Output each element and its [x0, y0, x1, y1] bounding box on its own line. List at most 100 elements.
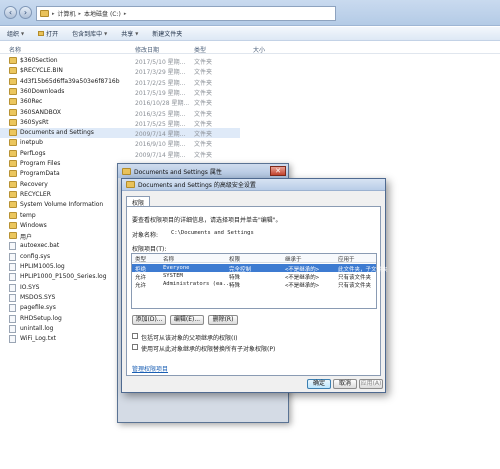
- permission-row[interactable]: 拒绝 Everyone 完全控制 <不是继承的> 此文件夹，子文件夹: [132, 264, 388, 273]
- folder-icon: [9, 77, 17, 85]
- permissions-table: 类型 名称 权限 继承于 应用于 拒绝 Everyone 完全控制 <不是继承的…: [131, 253, 388, 309]
- file-icon: [9, 304, 16, 313]
- replace-checkbox[interactable]: [132, 344, 138, 350]
- file-name: autoexec.bat: [20, 242, 60, 250]
- open-icon: [38, 31, 45, 36]
- file-type: 文件夹: [194, 120, 213, 128]
- column-type[interactable]: 类型: [194, 45, 206, 54]
- inherit-checkbox[interactable]: [132, 333, 138, 339]
- folder-icon: [9, 180, 17, 188]
- folder-icon: [9, 98, 17, 106]
- file-name: PerfLogs: [20, 149, 46, 157]
- permission-row[interactable]: 允许 SYSTEM 特殊 <不是继承的> 只有该文件夹: [132, 272, 376, 281]
- chevron-down-icon: ▼: [135, 31, 139, 36]
- folder-icon: [122, 167, 131, 175]
- folder-icon: [9, 67, 17, 75]
- file-date: 2017/5/19 星期...: [135, 89, 186, 97]
- file-name: unintall.log: [20, 324, 54, 332]
- file-name: Program Files: [20, 160, 61, 167]
- column-date[interactable]: 修改日期: [135, 45, 159, 54]
- watermark-url: jingyan.baidu.com: [421, 447, 486, 455]
- column-size[interactable]: 大小: [253, 45, 265, 54]
- file-name: ProgramData: [20, 170, 60, 178]
- file-name: temp: [20, 211, 36, 219]
- file-name: Recovery: [20, 180, 48, 188]
- column-name[interactable]: 名称: [9, 45, 21, 54]
- watermark: Baidu 经验 jingyan.baidu.com: [311, 403, 486, 455]
- object-name-label: 对象名称:: [132, 232, 159, 239]
- file-date: 2016/9/10 星期...: [135, 141, 186, 149]
- list-item[interactable]: Documents and Settings 2009/7/14 星期... 文件夹: [0, 128, 240, 139]
- file-name: pagefile.sys: [20, 304, 56, 312]
- folder-icon: [9, 57, 17, 64]
- inherit-checkbox-label: 包括可从该对象的父项继承的权限(I): [141, 335, 238, 342]
- folder-icon: [9, 170, 17, 178]
- file-name: RECYCLER: [20, 190, 51, 198]
- file-name: inetpub: [20, 139, 43, 147]
- list-item[interactable]: 360Downloads 2017/5/19 星期... 文件夹: [0, 87, 240, 97]
- file-name: System Volume Information: [20, 201, 104, 209]
- folder-icon: [9, 149, 17, 157]
- breadcrumb-drive[interactable]: 本地磁盘 (C:): [84, 9, 121, 18]
- list-item[interactable]: $RECYCLE.BIN 2017/3/29 星期... 文件夹: [0, 66, 240, 76]
- ok-button[interactable]: 确定: [307, 379, 331, 389]
- apply-button[interactable]: 应用(A): [359, 379, 383, 389]
- file-name: $360Section: [20, 57, 58, 64]
- file-icon: [9, 283, 16, 292]
- folder-icon: [9, 211, 17, 219]
- file-icon: [9, 293, 16, 302]
- file-date: 2017/5/10 星期...: [135, 59, 186, 66]
- folder-icon: [9, 87, 17, 95]
- folder-icon: [9, 129, 17, 137]
- manage-permissions-link[interactable]: 管理权限项目: [132, 364, 168, 373]
- file-icon: [9, 273, 16, 282]
- file-icon: [9, 335, 16, 344]
- address-bar[interactable]: ▸ 计算机 ▸ 本地磁盘 (C:) ▸: [36, 6, 336, 21]
- new-folder-button[interactable]: 新建文件夹: [152, 29, 182, 38]
- properties-titlebar: Documents and Settings 属性: [118, 164, 288, 178]
- list-item[interactable]: 360SysRt 2017/5/25 星期... 文件夹: [0, 118, 240, 128]
- entries-label: 权限项目(T):: [132, 246, 167, 253]
- file-type: 文件夹: [194, 89, 213, 97]
- edit-button[interactable]: 编辑(E)...: [170, 315, 204, 325]
- file-icon: [9, 242, 16, 251]
- open-button[interactable]: 打开: [38, 29, 58, 38]
- close-icon[interactable]: ✕: [270, 166, 286, 176]
- file-date: 2016/3/25 星期...: [135, 110, 186, 118]
- remove-button[interactable]: 删除(R): [208, 315, 238, 325]
- list-item[interactable]: 360SANDBOX 2016/3/25 星期... 文件夹: [0, 108, 240, 118]
- back-icon[interactable]: ‹: [4, 6, 17, 19]
- organize-button[interactable]: 组织 ▼: [7, 29, 24, 38]
- advanced-security-dialog: Documents and Settings 的高级安全设置 权限 要查看权限项…: [121, 178, 388, 393]
- file-name: HPLIP1000_P1500_Series.log: [20, 273, 107, 281]
- list-item[interactable]: 4d3f15b65d6ffa39a503e6f8716b 2017/2/25 星期…: [0, 77, 240, 87]
- list-item[interactable]: 360Rec 2016/10/28 星期... 文件夹: [0, 97, 240, 107]
- list-item[interactable]: $360Section 2017/5/10 星期... 文件夹: [0, 56, 240, 66]
- cancel-button[interactable]: 取消: [333, 379, 357, 389]
- folder-icon: [9, 118, 17, 126]
- replace-checkbox-label: 使用可从此对象继承的权限替换所有子对象权限(P): [141, 346, 276, 353]
- list-item[interactable]: inetpub 2016/9/10 星期... 文件夹: [0, 138, 240, 148]
- file-type: 文件夹: [194, 110, 213, 118]
- file-name: 4d3f15b65d6ffa39a503e6f8716b: [20, 77, 120, 85]
- watermark-logo: Baidu 经验: [311, 411, 486, 446]
- permissions-table-header: 类型 名称 权限 继承于 应用于: [132, 254, 376, 263]
- forward-icon[interactable]: ›: [19, 6, 32, 19]
- folder-icon: [9, 232, 17, 240]
- advanced-titlebar: Documents and Settings 的高级安全设置: [122, 179, 385, 191]
- share-button[interactable]: 共享 ▼: [121, 29, 138, 38]
- file-date: 2017/2/25 星期...: [135, 79, 186, 87]
- file-name: config.sys: [20, 252, 51, 260]
- add-button[interactable]: 添加(D)...: [132, 315, 166, 325]
- chevron-down-icon: ▼: [21, 31, 25, 36]
- file-name: 360SysRt: [20, 118, 49, 126]
- list-item[interactable]: PerfLogs 2009/7/14 星期... 文件夹: [0, 149, 240, 159]
- breadcrumb-computer[interactable]: 计算机: [58, 9, 76, 18]
- file-date: 2009/7/14 星期...: [135, 151, 186, 159]
- file-name: 360SANDBOX: [20, 108, 62, 116]
- include-library-button[interactable]: 包含到库中 ▼: [72, 29, 107, 38]
- file-name: RHDSetup.log: [20, 314, 62, 322]
- permission-row[interactable]: 允许 Administrators (ea... 特殊 <不是继承的> 只有该文…: [132, 280, 376, 289]
- folder-icon: [9, 221, 17, 229]
- file-name: Windows: [20, 221, 47, 229]
